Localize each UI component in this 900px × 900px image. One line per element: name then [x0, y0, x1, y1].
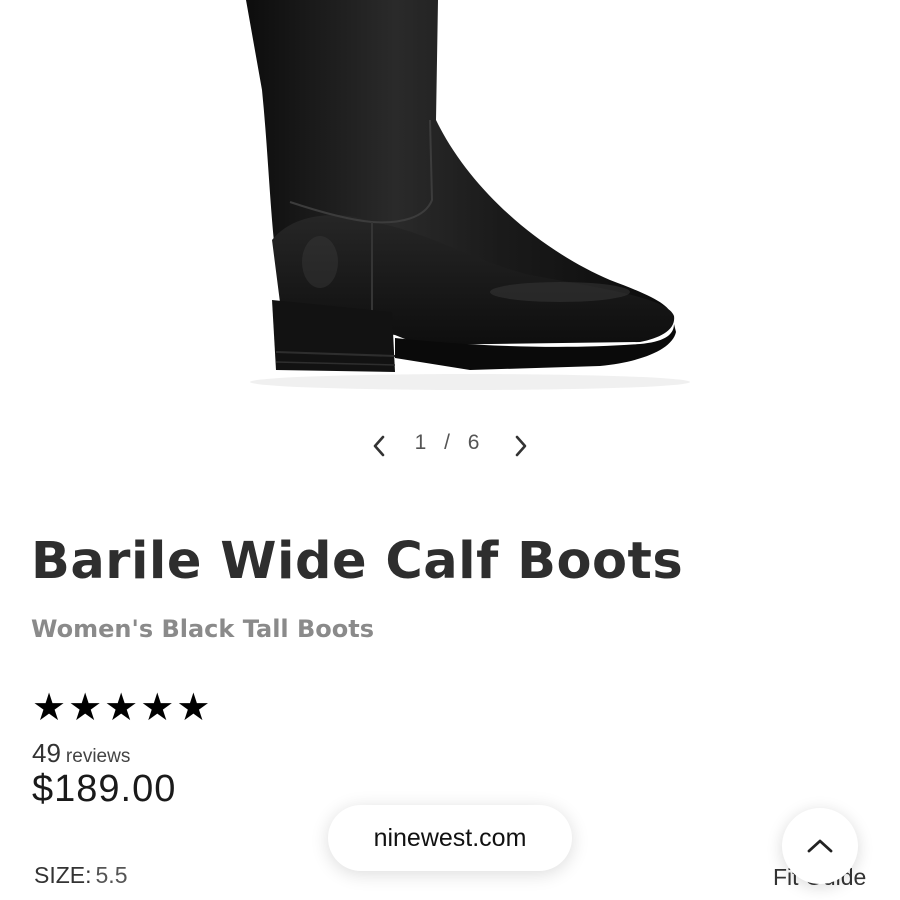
- image-counter: 1 / 6: [414, 431, 486, 454]
- review-count: 49: [32, 738, 61, 768]
- product-subtitle: Women's Black Tall Boots: [31, 615, 375, 643]
- next-image-button[interactable]: [504, 429, 538, 463]
- star-icon: ★: [176, 687, 211, 729]
- product-image[interactable]: [0, 0, 900, 410]
- browser-url-bar[interactable]: ninewest.com: [328, 805, 572, 871]
- review-label: reviews: [65, 746, 131, 767]
- chevron-up-icon: [807, 839, 833, 853]
- product-price: $189.00: [32, 768, 177, 810]
- star-icon: ★: [32, 687, 67, 729]
- reviews-link[interactable]: 49 reviews: [32, 738, 130, 769]
- star-icon: ★: [140, 687, 175, 729]
- scroll-to-top-button[interactable]: [782, 808, 858, 884]
- gallery-navigation: 1 / 6: [0, 425, 900, 469]
- size-label: SIZE:: [34, 862, 92, 888]
- boot-illustration: [246, 0, 690, 390]
- size-value: 5.5: [95, 862, 128, 888]
- star-icon: ★: [68, 687, 103, 729]
- star-icon: ★: [104, 687, 139, 729]
- product-title: Barile Wide Calf Boots: [31, 532, 684, 591]
- chevron-right-icon: [515, 435, 527, 457]
- size-selector[interactable]: SIZE: 5.5: [34, 862, 128, 889]
- url-text: ninewest.com: [373, 823, 527, 852]
- chevron-left-icon: [373, 435, 385, 457]
- rating-stars[interactable]: ★ ★ ★ ★ ★: [32, 688, 210, 728]
- previous-image-button[interactable]: [362, 429, 396, 463]
